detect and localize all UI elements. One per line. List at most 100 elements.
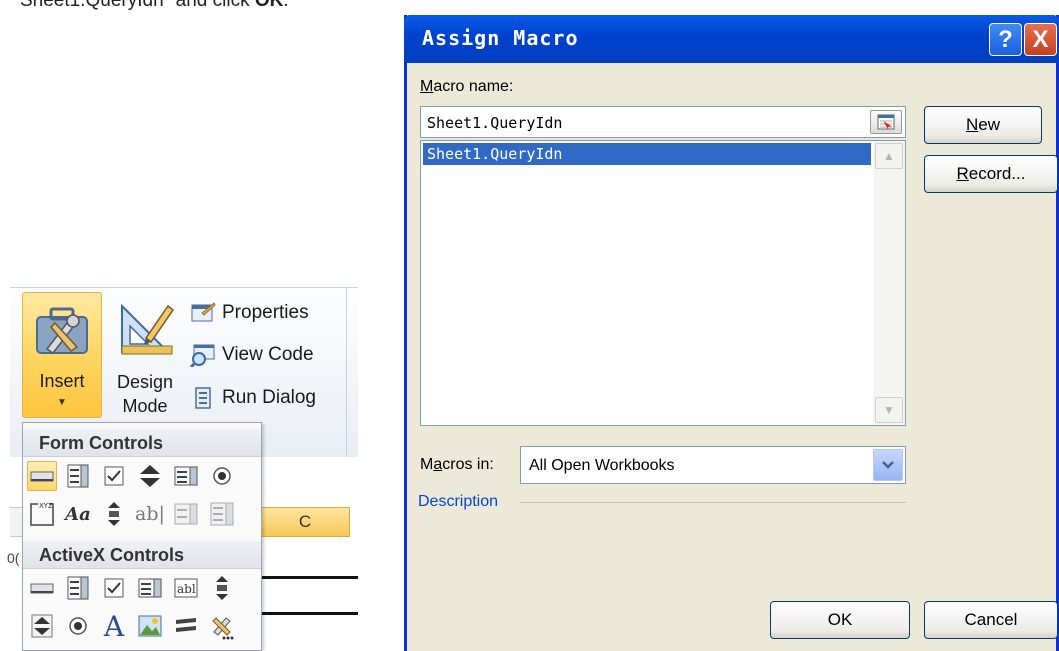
collapse-dialog-icon xyxy=(877,114,895,130)
form-option-button-control[interactable] xyxy=(207,461,237,491)
cancel-button[interactable]: Cancel xyxy=(924,601,1058,639)
dialog-title-bar[interactable]: Assign Macro ? X xyxy=(404,15,1059,63)
cell-border-line xyxy=(250,612,358,615)
ribbon-separator xyxy=(346,287,347,457)
column-header-c[interactable]: C xyxy=(260,507,350,537)
macro-name-input[interactable]: Sheet1.QueryIdn xyxy=(420,106,906,138)
close-icon: X xyxy=(1032,25,1049,53)
chevron-up-icon: ▲ xyxy=(883,149,895,163)
chevron-down-icon xyxy=(882,461,894,469)
list-box-icon xyxy=(138,578,162,598)
activex-label-control[interactable]: A xyxy=(99,610,129,643)
form-combo-drop-down-edit-control[interactable] xyxy=(207,499,237,529)
properties-button[interactable]: Properties xyxy=(190,297,345,329)
text-box-icon: abl xyxy=(174,578,198,598)
activex-list-box-control[interactable] xyxy=(135,573,165,603)
design-mode-label: Design Mode xyxy=(116,372,174,416)
instruction-caption: Sheet1.QueryIdn" and click OK. xyxy=(20,0,289,11)
form-label-control[interactable]: Aa xyxy=(63,499,93,529)
form-list-box-control[interactable] xyxy=(171,461,201,491)
cell-value-stub: 0( xyxy=(7,550,20,566)
macros-in-dropdown-button[interactable] xyxy=(873,449,903,481)
check-box-icon xyxy=(104,466,124,486)
cell-border-line xyxy=(250,576,358,579)
form-controls-header: Form Controls xyxy=(23,429,261,457)
spin-button-icon xyxy=(31,614,53,638)
form-button-control[interactable] xyxy=(27,461,57,491)
macro-list[interactable]: Sheet1.QueryIdn ▲ ▼ xyxy=(420,140,906,426)
activex-spin-button-control[interactable] xyxy=(27,611,57,641)
macro-name-label: Macro name: xyxy=(420,78,514,95)
activex-controls-header: ActiveX Controls xyxy=(23,541,261,569)
svg-text:XYZ: XYZ xyxy=(39,502,53,510)
toggle-button-icon xyxy=(176,618,196,632)
check-box-icon xyxy=(104,578,124,598)
collapse-dialog-button[interactable] xyxy=(870,110,902,134)
combo-list-edit-icon xyxy=(174,503,198,525)
form-combo-box-control[interactable] xyxy=(63,461,93,491)
activex-command-button-control[interactable] xyxy=(27,573,57,603)
option-button-icon xyxy=(213,467,231,485)
insert-label: Insert xyxy=(39,371,85,391)
activex-image-control[interactable] xyxy=(135,611,165,641)
activex-toggle-button-control[interactable] xyxy=(171,611,201,641)
dialog-title: Assign Macro xyxy=(422,26,579,50)
chevron-down-icon: ▼ xyxy=(883,403,895,417)
help-icon: ? xyxy=(998,25,1013,53)
close-button[interactable]: X xyxy=(1024,23,1057,56)
more-controls-icon xyxy=(212,617,234,640)
form-combo-list-edit-control[interactable] xyxy=(171,499,201,529)
list-box-icon xyxy=(174,466,198,486)
spin-button-icon xyxy=(140,465,160,487)
option-button-icon xyxy=(69,617,87,635)
design-mode-button[interactable]: Design Mode xyxy=(108,294,182,418)
macro-list-scrollbar[interactable]: ▲ ▼ xyxy=(873,141,905,425)
command-button-icon xyxy=(30,583,54,594)
form-controls-row-1 xyxy=(27,461,243,491)
activex-text-box-control[interactable]: abl xyxy=(171,573,201,603)
scroll-up-button[interactable]: ▲ xyxy=(875,143,903,169)
description-label: Description xyxy=(418,493,499,510)
scroll-bar-icon xyxy=(216,576,228,600)
new-button[interactable]: New xyxy=(924,106,1042,144)
activex-controls-row-1: abl xyxy=(27,573,243,603)
form-scroll-bar-control[interactable] xyxy=(99,499,129,529)
activex-more-controls-control[interactable] xyxy=(207,611,237,641)
button-control-icon xyxy=(30,471,54,482)
scroll-bar-icon xyxy=(108,502,120,526)
insert-controls-button[interactable]: Insert ▼ xyxy=(22,292,102,418)
combo-box-icon xyxy=(67,464,89,488)
form-spin-button-control[interactable] xyxy=(135,461,165,491)
combo-box-icon xyxy=(67,576,89,600)
activex-controls-row-2: A xyxy=(27,610,243,643)
form-controls-row-2: XYZ Aa ab| xyxy=(27,499,243,529)
insert-controls-dropdown: Form Controls XYZ Aa ab| ActiveX Control… xyxy=(22,422,262,651)
activex-option-button-control[interactable] xyxy=(63,611,93,641)
activex-combo-box-control[interactable] xyxy=(63,573,93,603)
form-check-box-control[interactable] xyxy=(99,461,129,491)
record-button[interactable]: Record... xyxy=(924,155,1058,193)
svg-text:abl: abl xyxy=(177,582,196,596)
macro-list-item[interactable]: Sheet1.QueryIdn xyxy=(423,143,871,165)
macros-in-label: Macros in: xyxy=(420,456,494,473)
description-divider xyxy=(520,502,906,503)
run-dialog-button[interactable]: Run Dialog xyxy=(190,382,345,414)
dropdown-arrow-icon: ▼ xyxy=(57,397,67,408)
view-code-button[interactable]: View Code xyxy=(190,339,345,371)
activex-scroll-bar-control[interactable] xyxy=(207,573,237,603)
macro-name-value: Sheet1.QueryIdn xyxy=(427,114,563,132)
activex-check-box-control[interactable] xyxy=(99,573,129,603)
form-text-field-control[interactable]: ab| xyxy=(135,499,165,529)
properties-icon xyxy=(190,300,216,326)
image-icon xyxy=(138,615,162,637)
combo-drop-down-edit-icon xyxy=(210,502,234,526)
form-group-box-control[interactable]: XYZ xyxy=(27,499,57,529)
scroll-down-button[interactable]: ▼ xyxy=(875,397,903,423)
macros-in-select[interactable]: All Open Workbooks xyxy=(520,446,906,484)
help-button[interactable]: ? xyxy=(989,23,1022,56)
run-dialog-icon xyxy=(190,385,216,411)
view-code-icon xyxy=(190,342,216,368)
macros-in-value: All Open Workbooks xyxy=(529,457,675,474)
toolbox-icon xyxy=(36,307,88,355)
ok-button[interactable]: OK xyxy=(770,601,910,639)
